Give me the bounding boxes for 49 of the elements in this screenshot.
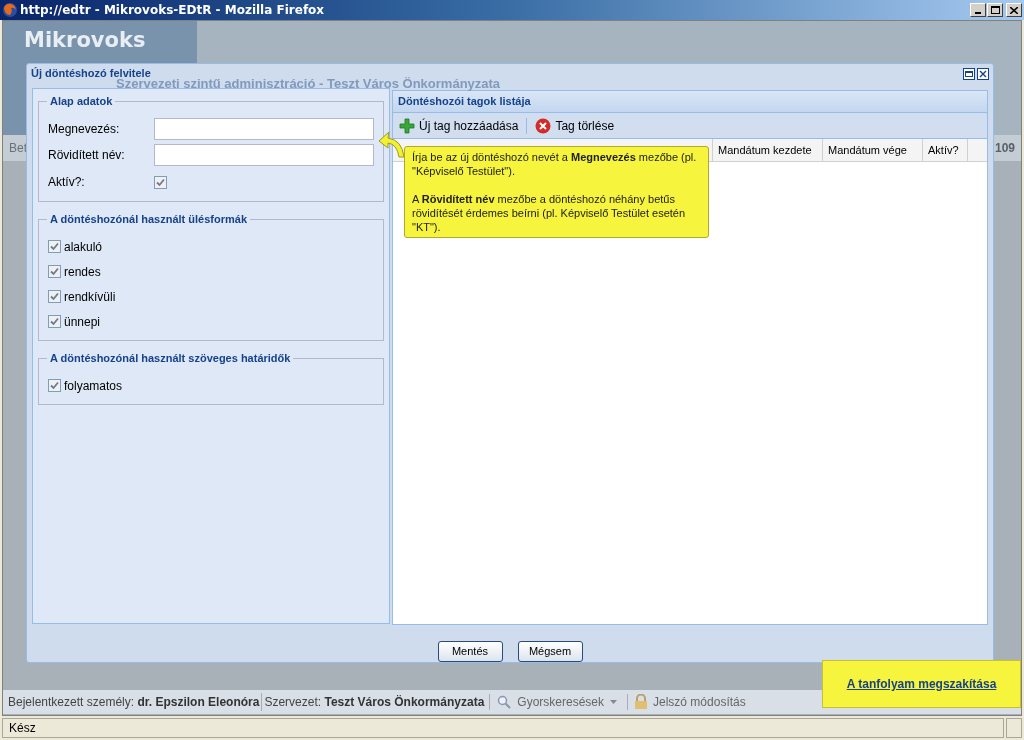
- tooltip-paragraph: Írja be az új döntéshozó nevét a Megnevezés mezőbe (pl. "Képviselő Testület").: [412, 150, 698, 178]
- text-field[interactable]: [154, 117, 374, 140]
- dialog-button[interactable]: Mégsem: [517, 641, 583, 662]
- search-icon: [497, 695, 512, 709]
- close-button[interactable]: [977, 67, 989, 80]
- dialog-button[interactable]: Mentés: [437, 641, 503, 662]
- column-header[interactable]: Aktív?: [923, 139, 968, 161]
- delete-icon: [535, 117, 552, 134]
- close-icon: [1010, 6, 1018, 14]
- panel-title: Döntéshozói tagok listája: [398, 94, 531, 110]
- checkbox-label: ünnepi: [64, 313, 101, 331]
- checkbox[interactable]: [48, 240, 61, 253]
- column-header[interactable]: Mandátum kezdete: [713, 139, 823, 161]
- maximize-button[interactable]: [963, 67, 975, 80]
- checkbox[interactable]: [48, 379, 61, 392]
- menu-fragment: Bet: [9, 140, 27, 157]
- app-logo: Mikrovoks: [24, 28, 146, 52]
- minimize-button[interactable]: [970, 3, 986, 17]
- field-label: Megnevezés:: [48, 120, 121, 138]
- close-icon: [979, 69, 987, 78]
- text-field[interactable]: [154, 143, 374, 166]
- checkbox[interactable]: [48, 290, 61, 303]
- browser-status-text: Kész: [9, 720, 36, 737]
- footer-info: Szervezet: Teszt Város Önkormányzata: [261, 693, 487, 711]
- footer-info: Bejelentkezett személy: dr. Epszilon Eleonóra: [7, 694, 261, 711]
- window-title: http://edtr - Mikrovoks-EDtR - Mozilla Firefox: [20, 2, 325, 19]
- checkbox[interactable]: [154, 175, 167, 189]
- checkbox-label: folyamatos: [64, 377, 123, 395]
- checkbox-label: rendes: [64, 263, 101, 281]
- toolbar-button[interactable]: Tag törlése: [533, 115, 617, 136]
- background-page-title: Szervezeti szintű adminisztráció - Teszt Város Önkormányzata: [116, 77, 501, 90]
- field-label: Aktív?:: [48, 174, 86, 191]
- caret-icon: [610, 700, 617, 704]
- field-label: Rövidített név:: [48, 146, 126, 164]
- password-change-button[interactable]: Jelszó módosítás: [634, 693, 746, 711]
- dialog-title: Új döntéshozó felvitele: [31, 66, 151, 80]
- checkbox[interactable]: [48, 315, 61, 328]
- resize-grip[interactable]: [1006, 718, 1022, 738]
- checkbox-label: alakuló: [64, 238, 103, 256]
- padlock-icon: [634, 694, 648, 710]
- browser-logo-icon: [2, 2, 18, 18]
- column-header[interactable]: Mandátum vége: [823, 139, 923, 161]
- toolbar-button[interactable]: Új tag hozzáadása: [397, 115, 521, 136]
- tooltip-paragraph: A Rövidített név mezőbe a döntéshozó néhány betűs rövidítését érdemes beírni (pl. Képviselő Testület esetén "KT").: [412, 192, 687, 234]
- checkbox[interactable]: [48, 265, 61, 278]
- counter-fragment: 109: [994, 140, 1015, 157]
- plus-icon: [399, 117, 415, 134]
- checkbox-label: rendkívüli: [64, 288, 116, 306]
- quick-search-button[interactable]: Gyorskeresések: [493, 693, 621, 711]
